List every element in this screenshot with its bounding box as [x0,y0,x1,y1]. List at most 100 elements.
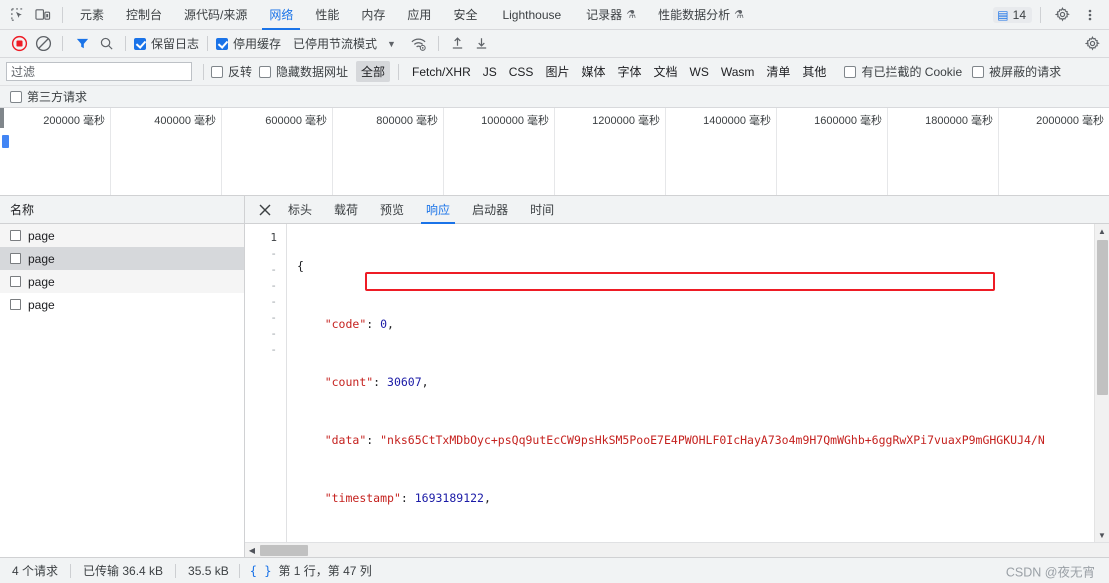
wifi-settings-icon[interactable] [408,33,430,55]
invert-checkbox[interactable]: 反转 [211,63,252,80]
cursor-position-group: { } 第 1 行，第 47 列 [246,562,372,579]
tab-label: 性能 [315,8,340,22]
gear-icon[interactable] [1049,2,1075,28]
tab-network[interactable]: 网络 [258,0,304,30]
filter-type-other[interactable]: 其他 [797,61,831,82]
network-overview-timeline[interactable]: 200000 毫秒 400000 毫秒 600000 毫秒 800000 毫秒 … [0,108,1109,196]
throttling-label[interactable]: 已停用节流模式 [293,35,377,52]
tab-application[interactable]: 应用 [396,0,442,30]
tab-elements[interactable]: 元素 [69,0,115,30]
blocked-requests-checkbox[interactable]: 被屏蔽的请求 [972,63,1061,80]
disable-cache-checkbox[interactable]: 停用缓存 [216,35,281,52]
tab-preview[interactable]: 预览 [369,196,415,224]
tab-payload[interactable]: 载荷 [323,196,369,224]
blocked-requests-label: 被屏蔽的请求 [989,65,1062,79]
toolbar-divider [62,6,63,23]
checkbox-box [216,37,229,50]
search-icon[interactable] [95,33,117,55]
tab-lighthouse[interactable]: Lighthouse [488,0,575,30]
import-har-icon[interactable] [447,33,469,55]
table-row[interactable]: page [0,247,244,270]
filter-type-img[interactable]: 图片 [540,61,574,82]
inspect-element-icon[interactable] [4,2,30,28]
detail-tabbar: 标头 载荷 预览 响应 启动器 时间 [245,196,1109,224]
tab-timing[interactable]: 时间 [519,196,565,224]
preserve-log-checkbox[interactable]: 保留日志 [134,35,199,52]
table-row[interactable]: page [0,270,244,293]
code-line: "timestamp": 1693189122, [324,491,491,505]
device-toolbar-icon[interactable] [30,2,56,28]
filter-type-css[interactable]: CSS [504,63,539,81]
json-key: "code" [324,317,367,331]
row-checkbox[interactable] [10,276,21,287]
tab-performance-insights[interactable]: 性能数据分析 ⚗ [647,0,755,30]
table-row[interactable]: page [0,224,244,247]
curly-braces-icon[interactable]: { } [250,564,272,578]
tab-performance[interactable]: 性能 [304,0,350,30]
tab-response[interactable]: 响应 [415,196,461,224]
scroll-up-arrow[interactable]: ▲ [1095,224,1109,238]
line-number: - [270,343,277,356]
more-vertical-icon[interactable] [1077,2,1103,28]
hide-data-urls-checkbox[interactable]: 隐藏数据网址 [259,63,348,80]
horizontal-scroll-thumb[interactable] [260,545,308,556]
filter-type-wasm[interactable]: Wasm [716,63,760,81]
network-settings-gear-icon[interactable] [1081,33,1103,55]
response-vertical-scrollbar[interactable]: ▲ ▼ [1094,224,1109,542]
scroll-left-arrow[interactable]: ◀ [245,546,259,555]
tab-memory[interactable]: 内存 [350,0,396,30]
filter-type-ws[interactable]: WS [685,63,714,81]
timeline-left-handle[interactable] [0,108,4,128]
toolbar-divider [437,36,439,51]
third-party-label: 第三方请求 [27,90,88,104]
tab-headers[interactable]: 标头 [277,196,323,224]
row-checkbox[interactable] [10,230,21,241]
response-body-viewer[interactable]: 1 - - - - - - - { "code": 0, "count": 30… [245,224,1109,542]
request-list-header[interactable]: 名称 [0,196,244,224]
row-checkbox[interactable] [10,253,21,264]
json-code-area[interactable]: { "code": 0, "count": 30607, "data": "nk… [287,224,1109,542]
filter-funnel-icon[interactable] [71,33,93,55]
toolbar-divider [207,36,209,51]
network-toolbar: 保留日志 停用缓存 已停用节流模式 ▼ [0,30,1109,58]
tab-sources[interactable]: 源代码/来源 [173,0,258,30]
filter-type-label: CSS [508,64,534,79]
filter-type-doc[interactable]: 文档 [648,61,682,82]
vertical-scroll-thumb[interactable] [1097,240,1108,395]
filter-input[interactable] [6,62,192,81]
code-line: "count": 30607, [324,375,429,389]
tab-console[interactable]: 控制台 [115,0,173,30]
filter-type-all[interactable]: 全部 [356,61,391,82]
export-har-icon[interactable] [471,33,493,55]
filter-type-manifest[interactable]: 清单 [761,61,795,82]
tab-label: 记录器 [586,8,623,22]
filter-type-fetch-xhr[interactable]: Fetch/XHR [407,63,476,81]
request-list: page page page page [0,224,244,557]
request-detail-pane: 标头 载荷 预览 响应 启动器 时间 1 - - - - - - - {"co… [245,196,1109,557]
response-horizontal-scrollbar[interactable]: ◀ [245,542,1109,557]
scroll-down-arrow[interactable]: ▼ [1095,528,1109,542]
checkbox-box [10,90,22,103]
tab-initiator[interactable]: 启动器 [461,196,519,224]
tab-label: 网络 [269,8,294,22]
timeline-request-bar[interactable] [2,135,9,148]
status-divider [175,563,177,578]
clear-network-log-icon[interactable] [32,33,54,55]
filter-type-media[interactable]: 媒体 [576,61,610,82]
tab-recorder[interactable]: 记录器 ⚗ [575,0,647,30]
third-party-requests-checkbox[interactable]: 第三方请求 [10,88,87,105]
blocked-cookies-checkbox[interactable]: 有已拦截的 Cookie [844,63,962,80]
tab-security[interactable]: 安全 [442,0,488,30]
checkbox-box [259,65,272,78]
chevron-down-icon[interactable]: ▼ [387,39,396,49]
row-checkbox[interactable] [10,299,21,310]
filter-type-font[interactable]: 字体 [612,61,646,82]
record-stop-icon[interactable] [8,33,30,55]
close-icon[interactable] [253,198,277,222]
json-open-brace: { [297,259,304,273]
detail-tab-label: 预览 [380,203,405,217]
filter-type-js[interactable]: JS [478,63,502,81]
timeline-tick-label: 1800000 毫秒 [925,115,993,127]
table-row[interactable]: page [0,293,244,316]
message-count-badge[interactable]: ▤ 14 [993,6,1032,23]
